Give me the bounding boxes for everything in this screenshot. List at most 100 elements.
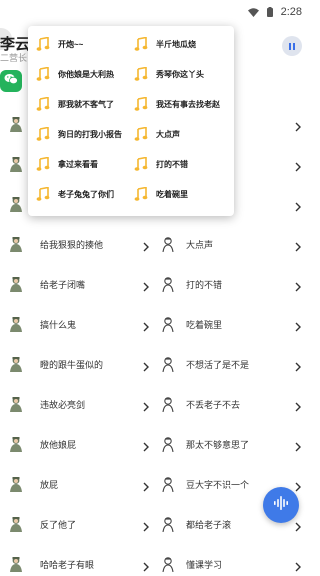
list-item[interactable]: 哈哈老子有眼 xyxy=(8,544,150,576)
music-note-icon xyxy=(134,156,148,171)
pause-button[interactable] xyxy=(282,36,302,56)
soldier-icon xyxy=(8,556,24,572)
battery-icon xyxy=(266,7,273,17)
music-note-icon xyxy=(36,186,50,201)
popup-item-label: 打的不错 xyxy=(156,159,188,169)
soldier-icon xyxy=(8,196,24,212)
popup-item[interactable]: 大点声 xyxy=(134,123,180,145)
list-item-label: 哈哈老子有眼 xyxy=(40,559,95,570)
list-item[interactable]: 反了他了 xyxy=(8,504,150,544)
popup-item[interactable]: 那我就不客气了 xyxy=(36,93,114,115)
list-row: 搞什么鬼 吃着碗里 xyxy=(0,304,310,344)
popup-item-label: 那我就不客气了 xyxy=(58,99,114,109)
list-item-label: 吃着碗里 xyxy=(186,319,223,330)
status-bar: 2:28 xyxy=(0,0,310,26)
sketch-soldier-icon xyxy=(160,556,176,573)
list-item[interactable]: 打的不错 xyxy=(160,264,302,304)
list-item-label: 瞪的跟牛蛋似的 xyxy=(40,359,104,370)
list-item[interactable]: 懂课学习 xyxy=(160,544,302,576)
music-note-icon xyxy=(36,126,50,141)
list-item[interactable]: 那太不够意思了 xyxy=(160,424,302,464)
popup-item[interactable]: 拿过来看看 xyxy=(36,153,98,175)
popup-item[interactable]: 开炮~~ xyxy=(36,33,83,55)
soldier-icon xyxy=(8,436,24,452)
popup-item[interactable]: 秀琴你这丫头 xyxy=(134,63,204,85)
list-item-label: 反了他了 xyxy=(40,519,77,530)
soldier-icon xyxy=(8,316,24,332)
sketch-soldier-icon xyxy=(160,236,176,253)
sketch-soldier-icon xyxy=(160,356,176,373)
list-item-label: 打的不错 xyxy=(186,279,223,290)
music-note-icon xyxy=(134,66,148,81)
music-note-icon xyxy=(134,186,148,201)
popup-item-label: 半斤地瓜烧 xyxy=(156,39,196,49)
popup-item-label: 开炮~~ xyxy=(58,39,84,49)
popup-item[interactable]: 老子兔兔了你们 xyxy=(36,183,114,205)
popup-item[interactable]: 我还有事去找老赵 xyxy=(134,93,220,115)
chevron-right-icon xyxy=(294,319,302,332)
chevron-right-icon xyxy=(142,519,150,532)
list-item[interactable]: 违故必亮剑 xyxy=(8,384,150,424)
popup-item[interactable]: 打的不错 xyxy=(134,153,188,175)
chevron-right-icon xyxy=(142,279,150,292)
record-fab[interactable] xyxy=(263,487,299,523)
list-item-label: 搞什么鬼 xyxy=(40,319,77,330)
soldier-icon xyxy=(8,156,24,172)
popup-item-label: 拿过来看看 xyxy=(58,159,98,169)
popup-item-label: 老子兔兔了你们 xyxy=(58,189,114,199)
list-item-label: 违故必亮剑 xyxy=(40,399,86,410)
wechat-share-button[interactable] xyxy=(0,70,22,92)
chevron-right-icon xyxy=(294,559,302,572)
list-item[interactable]: 给我狠狠的揍他 xyxy=(8,224,150,264)
chevron-right-icon xyxy=(294,119,302,132)
list-item-label: 放屁 xyxy=(40,479,59,490)
pause-icon xyxy=(289,42,291,50)
chevron-right-icon xyxy=(294,519,302,532)
list-item[interactable]: 大点声 xyxy=(160,224,302,264)
list-item[interactable]: 放屁 xyxy=(8,464,150,504)
popup-item[interactable]: 吃着碗里 xyxy=(134,183,188,205)
list-row: 给我狠狠的揍他 大点声 xyxy=(0,224,310,264)
music-note-icon xyxy=(36,36,50,51)
soldier-icon xyxy=(8,396,24,412)
voice-wave-icon xyxy=(273,495,289,515)
soldier-icon xyxy=(8,476,24,492)
soldier-icon xyxy=(8,356,24,372)
list-item-label: 不想活了是不是 xyxy=(186,359,250,370)
list-row: 瞪的跟牛蛋似的 不想活了是不是 xyxy=(0,344,310,384)
status-time: 2:28 xyxy=(280,6,302,18)
music-note-icon xyxy=(134,96,148,111)
list-item[interactable]: 不想活了是不是 xyxy=(160,344,302,384)
chevron-right-icon xyxy=(142,559,150,572)
list-item-label: 懂课学习 xyxy=(186,559,223,570)
popup-item[interactable]: 狗日的打我小报告 xyxy=(36,123,122,145)
wechat-icon xyxy=(4,72,18,90)
chevron-right-icon xyxy=(142,359,150,372)
list-item[interactable]: 给老子闭嘴 xyxy=(8,264,150,304)
music-note-icon xyxy=(134,126,148,141)
popup-item-label: 你他娘是大利热 xyxy=(58,69,114,79)
list-row: 放他娘屁 那太不够意思了 xyxy=(0,424,310,464)
chevron-right-icon xyxy=(142,239,150,252)
list-item-label: 放他娘屁 xyxy=(40,439,77,450)
chevron-right-icon xyxy=(294,479,302,492)
soldier-icon xyxy=(8,236,24,252)
popup-item[interactable]: 半斤地瓜烧 xyxy=(134,33,196,55)
list-row: 违故必亮剑 不丢老子不去 xyxy=(0,384,310,424)
soldier-icon xyxy=(8,276,24,292)
music-note-icon xyxy=(36,66,50,81)
list-row: 给老子闭嘴 打的不错 xyxy=(0,264,310,304)
chevron-right-icon xyxy=(294,159,302,172)
list-row: 哈哈老子有眼 懂课学习 xyxy=(0,544,310,576)
popup-item[interactable]: 你他娘是大利热 xyxy=(36,63,114,85)
music-note-icon xyxy=(36,96,50,111)
list-item[interactable]: 放他娘屁 xyxy=(8,424,150,464)
sketch-soldier-icon xyxy=(160,476,176,493)
list-item[interactable]: 吃着碗里 xyxy=(160,304,302,344)
list-item[interactable]: 搞什么鬼 xyxy=(8,304,150,344)
wifi-icon xyxy=(247,7,259,17)
list-item-label: 不丢老子不去 xyxy=(186,399,241,410)
list-item[interactable]: 瞪的跟牛蛋似的 xyxy=(8,344,150,384)
popup-item-label: 秀琴你这丫头 xyxy=(156,69,204,79)
list-item[interactable]: 不丢老子不去 xyxy=(160,384,302,424)
